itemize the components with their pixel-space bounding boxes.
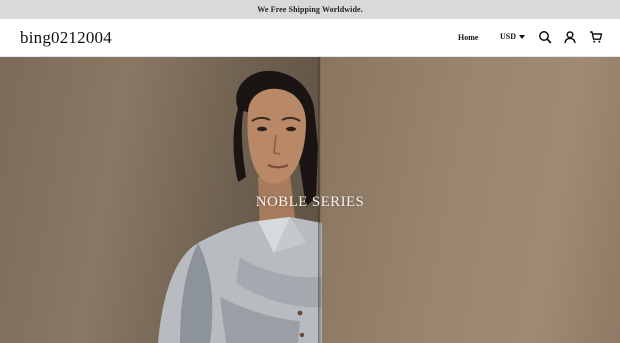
account-icon[interactable] [563,30,577,44]
store-logo[interactable]: bing0212004 [20,28,112,48]
announcement-text: We Free Shipping Worldwide. [257,5,363,14]
hero-title[interactable]: NOBLE SERIES [0,194,620,211]
cart-icon[interactable] [589,30,603,44]
hero-banner[interactable]: NOBLE SERIES [0,57,620,343]
search-icon[interactable] [538,30,552,44]
currency-selector[interactable]: USD [500,32,526,41]
currency-label: USD [500,32,517,41]
announcement-bar: We Free Shipping Worldwide. [0,0,620,19]
site-header: bing0212004 Home USD [0,19,620,57]
nav-home-link[interactable]: Home [458,33,478,42]
caret-down-icon [519,35,526,39]
